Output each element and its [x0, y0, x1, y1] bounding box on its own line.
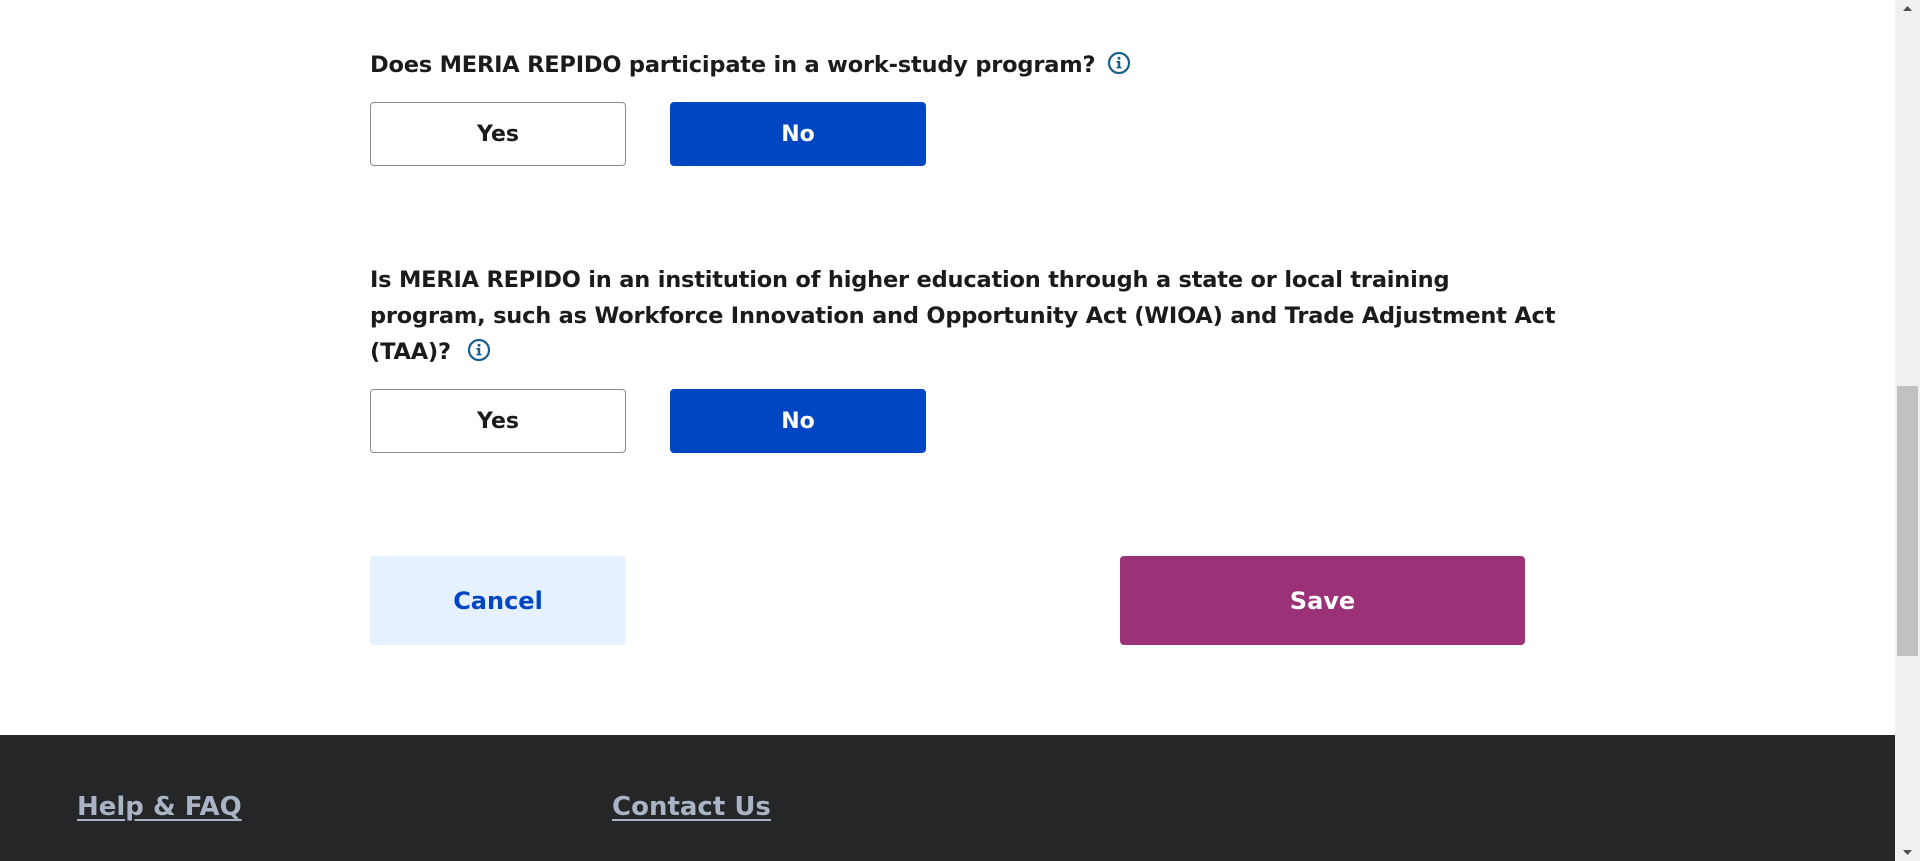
help-faq-link[interactable]: Help & FAQ [77, 792, 242, 822]
page: Does MERIA REPIDO participate in a work-… [0, 0, 1920, 861]
training-program-no-button[interactable]: No [670, 389, 926, 453]
question-work-study: Does MERIA REPIDO participate in a work-… [370, 47, 1190, 83]
cancel-button[interactable]: Cancel [370, 556, 626, 645]
main-content: Does MERIA REPIDO participate in a work-… [0, 0, 1895, 735]
work-study-yes-button[interactable]: Yes [370, 102, 626, 166]
info-circle-icon[interactable] [1107, 51, 1131, 75]
save-button[interactable]: Save [1120, 556, 1525, 645]
question-training-program: Is MERIA REPIDO in an institution of hig… [370, 262, 1560, 370]
vertical-scrollbar[interactable] [1895, 0, 1920, 861]
scroll-down-arrow-icon[interactable] [1895, 844, 1920, 861]
training-program-yes-button[interactable]: Yes [370, 389, 626, 453]
work-study-no-button[interactable]: No [670, 102, 926, 166]
info-circle-icon[interactable] [467, 338, 491, 362]
question-training-program-text: Is MERIA REPIDO in an institution of hig… [370, 267, 1556, 365]
contact-us-link[interactable]: Contact Us [612, 792, 771, 822]
scroll-up-arrow-icon[interactable] [1895, 0, 1920, 17]
scrollbar-thumb[interactable] [1897, 386, 1918, 656]
question-work-study-text: Does MERIA REPIDO participate in a work-… [370, 52, 1096, 78]
footer: Help & FAQ Contact Us [0, 735, 1895, 861]
